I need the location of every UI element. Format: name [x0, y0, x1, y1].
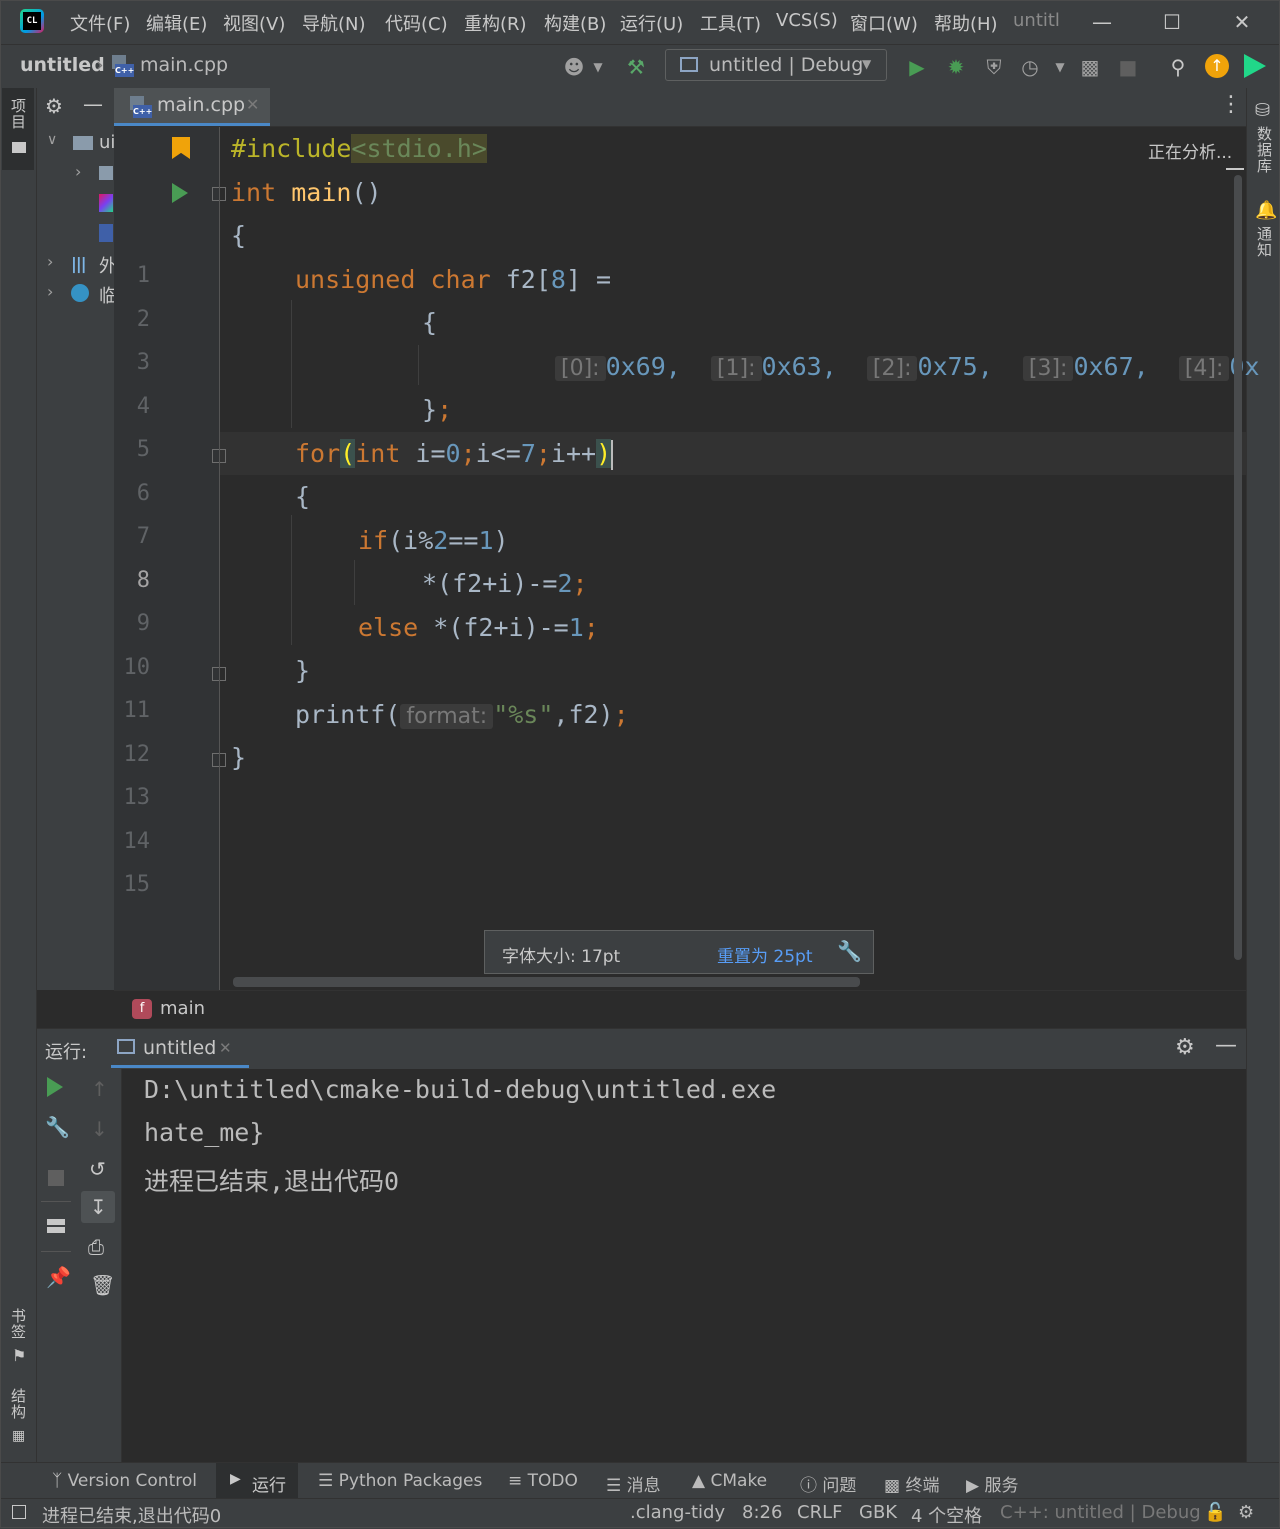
window-frame: [0, 0, 1280, 1528]
